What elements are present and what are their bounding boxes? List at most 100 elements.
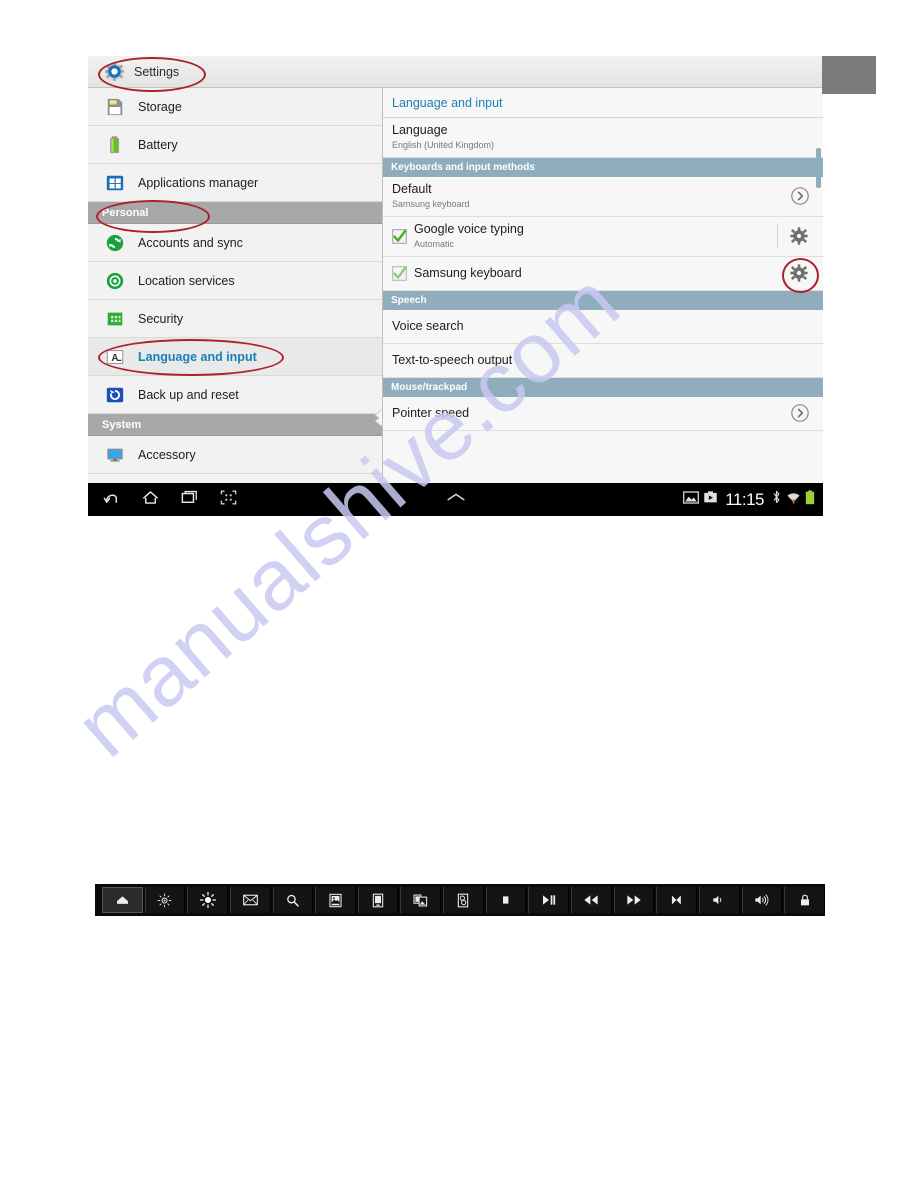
sidebar-item-label: Battery	[138, 137, 178, 152]
document-button[interactable]	[357, 887, 399, 913]
back-icon[interactable]	[102, 488, 121, 512]
sidebar-item-language-and-input[interactable]: A Language and input	[88, 338, 382, 376]
search-button[interactable]	[272, 887, 314, 913]
sidebar-item-security[interactable]: Security	[88, 300, 382, 338]
row-title: Voice search	[392, 318, 464, 333]
section-label: Speech	[391, 295, 427, 306]
home-icon[interactable]	[141, 488, 160, 512]
rewind-icon	[583, 894, 599, 906]
sidebar-item-battery[interactable]: Battery	[88, 126, 382, 164]
mail-button[interactable]	[229, 887, 271, 913]
svg-text:A: A	[111, 353, 118, 364]
content-row-samsung-keyboard[interactable]: Samsung keyboard	[383, 257, 823, 291]
brightness-low-icon	[157, 893, 172, 908]
section-label: Keyboards and input methods	[391, 162, 535, 173]
play-pause-icon	[541, 894, 557, 906]
sidebar-item-label: Accessory	[138, 447, 196, 462]
lock-button[interactable]	[784, 887, 825, 913]
sync-accounts-icon	[104, 232, 126, 254]
padlock-icon	[799, 893, 811, 907]
volume-up-button[interactable]	[741, 887, 783, 913]
accessory-monitor-icon	[104, 444, 126, 466]
screenshot-capture-icon	[703, 490, 718, 509]
location-target-icon	[104, 270, 126, 292]
storage-card-icon	[104, 96, 126, 118]
volume-down-button[interactable]	[698, 887, 740, 913]
bluetooth-icon	[771, 489, 782, 510]
media-button[interactable]	[443, 887, 484, 913]
checkbox-checked-icon[interactable]	[392, 265, 407, 281]
battery-icon	[104, 134, 126, 156]
sidebar-item-label: Language and input	[138, 349, 257, 364]
settings-gear-icon[interactable]	[790, 264, 808, 282]
sidebar-section-label: Personal	[102, 206, 149, 219]
android-navigation-bar: 11:15	[88, 483, 823, 516]
recents-icon[interactable]	[180, 488, 199, 512]
row-title: Default	[392, 182, 432, 196]
screen-capture-icon[interactable]	[219, 488, 238, 512]
content-row-text-to-speech-output[interactable]: Text-to-speech output	[383, 344, 823, 378]
rewind-button[interactable]	[571, 887, 612, 913]
brightness-down-button[interactable]	[144, 887, 186, 913]
content-scrollbar[interactable]	[816, 148, 821, 188]
chevron-right-icon[interactable]	[790, 186, 810, 206]
gallery-button[interactable]	[315, 887, 356, 913]
brightness-up-button[interactable]	[187, 887, 228, 913]
media-page-icon	[457, 893, 469, 908]
row-subtitle: Samsung keyboard	[392, 199, 470, 209]
settings-sidebar[interactable]: Storage Battery Applications manager Per…	[88, 88, 383, 483]
mute-icon	[670, 894, 684, 906]
row-title: Language	[392, 123, 448, 137]
settings-body: Storage Battery Applications manager Per…	[88, 88, 823, 483]
sidebar-item-label: Storage	[138, 99, 182, 114]
chevron-right-icon[interactable]	[790, 403, 810, 423]
row-title: Text-to-speech output	[392, 352, 513, 367]
battery-icon	[805, 490, 815, 510]
tablet-screenshot: Settings Storage Battery Applications ma…	[88, 56, 823, 516]
envelope-icon	[242, 894, 258, 906]
content-row-google-voice-typing[interactable]: Google voice typing Automatic	[383, 217, 823, 257]
content-row-voice-search[interactable]: Voice search	[383, 310, 823, 344]
home-button[interactable]	[102, 887, 143, 913]
play-pause-button[interactable]	[528, 887, 570, 913]
remote-control-toolbar	[95, 884, 825, 916]
content-row-default-keyboard[interactable]: Default Samsung keyboard	[383, 177, 823, 217]
stop-button[interactable]	[485, 887, 527, 913]
pane-divider-notch-icon	[374, 405, 382, 431]
sidebar-item-label: Back up and reset	[138, 387, 239, 402]
volume-high-icon	[754, 894, 770, 906]
settings-header: Settings	[88, 56, 823, 88]
status-clock: 11:15	[725, 489, 764, 509]
settings-gear-icon[interactable]	[790, 227, 808, 245]
multi-window-button[interactable]	[400, 887, 442, 913]
mute-button[interactable]	[656, 887, 697, 913]
section-label: Mouse/trackpad	[391, 382, 468, 393]
content-section-keyboards: Keyboards and input methods	[383, 158, 823, 177]
status-icons-group: 11:15	[683, 489, 815, 510]
row-subtitle: English (United Kingdom)	[392, 140, 495, 150]
content-row-pointer-speed[interactable]: Pointer speed	[383, 397, 823, 431]
sidebar-section-system: System	[88, 414, 382, 436]
picture-frame-icon	[329, 893, 342, 908]
sidebar-item-accessory[interactable]: Accessory	[88, 436, 382, 474]
image-icon	[683, 490, 700, 509]
applications-grid-icon	[104, 172, 126, 194]
sidebar-item-applications-manager[interactable]: Applications manager	[88, 164, 382, 202]
row-divider	[777, 223, 778, 249]
content-row-language[interactable]: Language English (United Kingdom)	[383, 118, 823, 158]
sidebar-item-accounts-and-sync[interactable]: Accounts and sync	[88, 224, 382, 262]
fast-forward-button[interactable]	[613, 887, 655, 913]
sidebar-item-back-up-and-reset[interactable]: Back up and reset	[88, 376, 382, 414]
sidebar-item-storage[interactable]: Storage	[88, 88, 382, 126]
sidebar-section-personal: Personal	[88, 202, 382, 224]
checkbox-checked-icon[interactable]	[392, 228, 407, 244]
sidebar-item-partial-cutoff[interactable]	[88, 474, 382, 483]
nav-buttons-group	[102, 488, 238, 512]
content-page-title: Language and input	[383, 88, 823, 118]
chevron-up-icon[interactable]	[443, 490, 469, 509]
row-subtitle: Automatic	[414, 239, 455, 249]
document-icon	[372, 893, 384, 908]
gray-placeholder-box	[822, 56, 876, 94]
settings-gear-icon	[105, 62, 124, 81]
sidebar-item-location-services[interactable]: Location services	[88, 262, 382, 300]
